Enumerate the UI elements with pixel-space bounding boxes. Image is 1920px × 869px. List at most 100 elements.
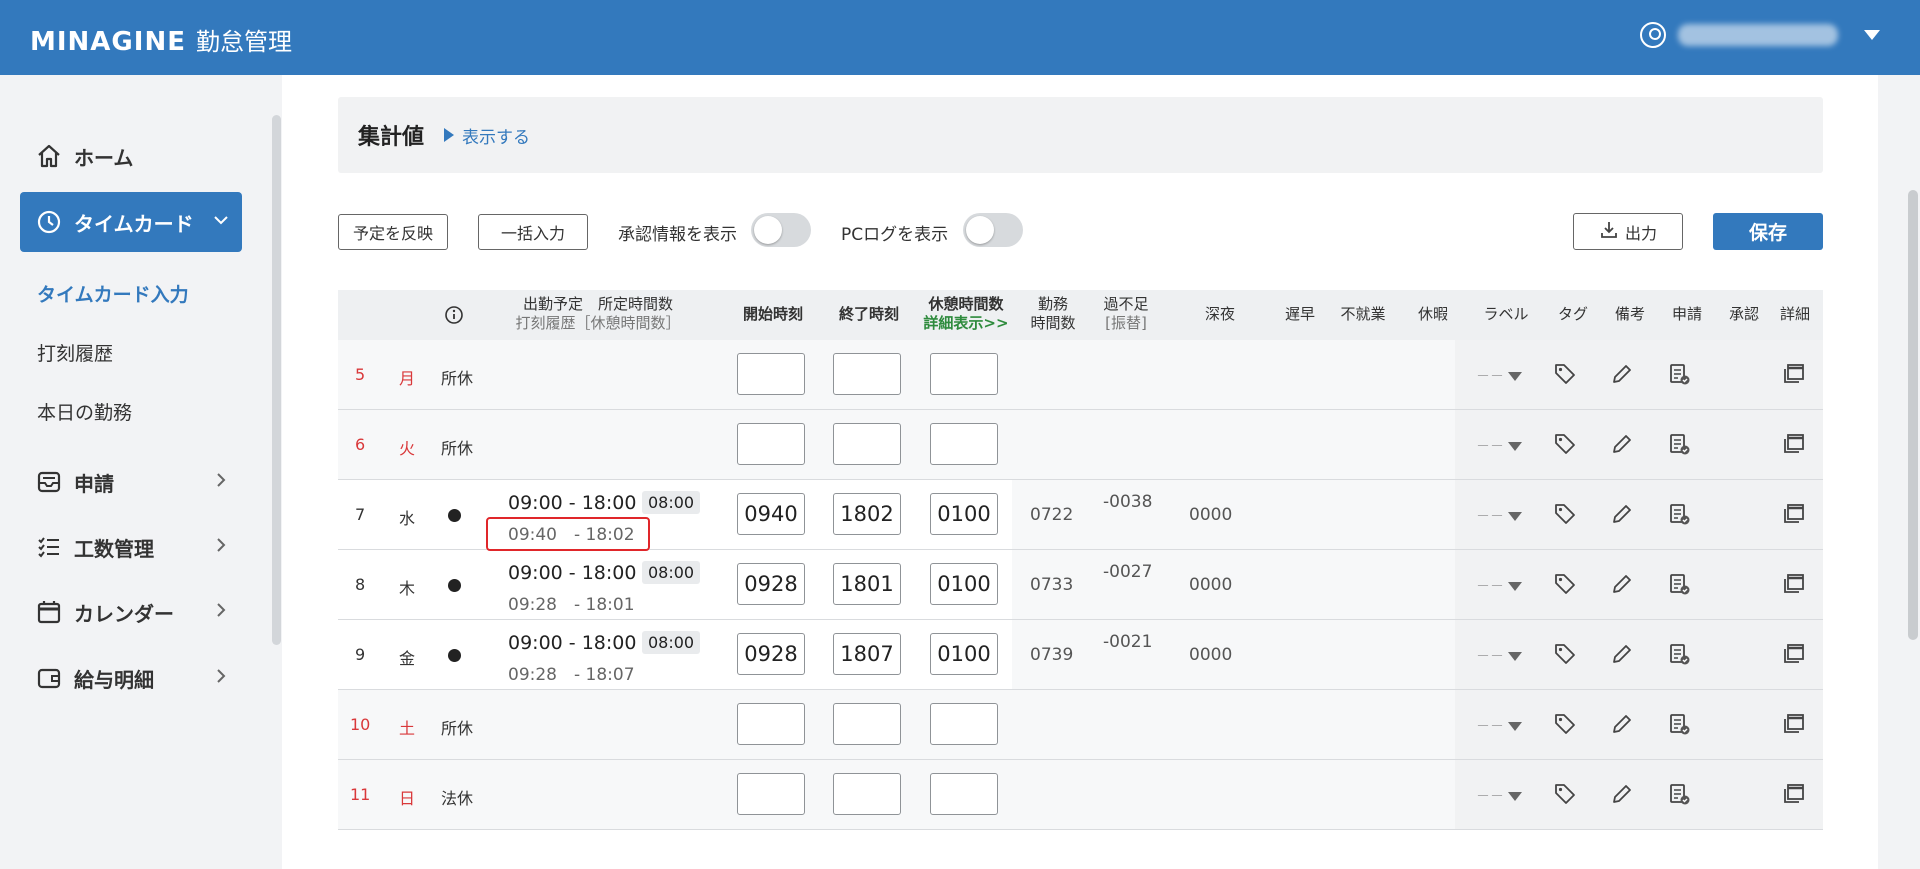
detail-window-icon[interactable]: [1782, 712, 1806, 736]
label-select[interactable]: －－: [1476, 716, 1522, 736]
header-approval: 承認: [1728, 305, 1759, 323]
sidebar-subitem-timecard-input[interactable]: タイムカード入力: [37, 280, 189, 307]
show-pclog-toggle[interactable]: [963, 213, 1023, 247]
detail-window-icon[interactable]: [1782, 362, 1806, 386]
break-time-input[interactable]: 0100: [930, 633, 998, 675]
tag-icon[interactable]: [1553, 712, 1577, 736]
label-select[interactable]: －－: [1476, 576, 1522, 596]
app-logo[interactable]: MINAGINE 勤怠管理: [30, 22, 292, 57]
show-approval-toggle[interactable]: [751, 213, 811, 247]
tag-icon[interactable]: [1553, 362, 1577, 386]
start-time-input[interactable]: [737, 353, 805, 395]
tag-icon[interactable]: [1553, 782, 1577, 806]
end-time-input[interactable]: [833, 353, 901, 395]
request-doc-icon[interactable]: [1667, 572, 1691, 596]
table-header: 出勤予定 所定時間数 打刻履歴［休憩時間数］ 開始時刻 終了時刻 休憩時間数 詳…: [338, 290, 1823, 340]
info-icon[interactable]: [444, 305, 464, 329]
pencil-icon[interactable]: [1610, 432, 1634, 456]
end-time-input[interactable]: 1802: [833, 493, 901, 535]
pencil-icon[interactable]: [1610, 362, 1634, 386]
label-select[interactable]: －－: [1476, 366, 1522, 386]
day-number: 11: [350, 785, 371, 804]
schedule-time: 09:00 - 18:00: [508, 632, 637, 654]
request-doc-icon[interactable]: [1667, 642, 1691, 666]
break-time-input[interactable]: 0100: [930, 563, 998, 605]
break-time-input[interactable]: 0100: [930, 493, 998, 535]
header-end: 終了時刻: [838, 305, 899, 323]
sidebar-item-workload[interactable]: 工数管理: [20, 517, 242, 577]
pencil-icon[interactable]: [1610, 642, 1634, 666]
export-button[interactable]: 出力: [1573, 213, 1683, 250]
pencil-icon[interactable]: [1610, 782, 1634, 806]
apply-schedule-button[interactable]: 予定を反映: [338, 214, 448, 250]
start-time-input[interactable]: 0928: [737, 563, 805, 605]
label-select[interactable]: －－: [1476, 436, 1522, 456]
start-time-input[interactable]: [737, 423, 805, 465]
detail-window-icon[interactable]: [1782, 502, 1806, 526]
end-time-input[interactable]: [833, 773, 901, 815]
break-time-input[interactable]: [930, 423, 998, 465]
work-hours: 0722: [1030, 505, 1074, 525]
label-placeholder: －－: [1476, 719, 1504, 735]
weekday: 日: [399, 789, 416, 808]
weekday: 金: [399, 649, 416, 668]
day-number: 9: [355, 645, 366, 664]
label-select[interactable]: －－: [1476, 646, 1522, 666]
summary-toggle[interactable]: 表示する: [444, 123, 530, 148]
break-time-input[interactable]: [930, 353, 998, 395]
scheduled-hours-badge: 08:00: [642, 631, 701, 654]
chevron-down-icon[interactable]: [1864, 30, 1880, 40]
break-detail-link[interactable]: 詳細表示>>: [916, 314, 1016, 333]
detail-window-icon[interactable]: [1782, 572, 1806, 596]
detail-window-icon[interactable]: [1782, 432, 1806, 456]
request-doc-icon[interactable]: [1667, 782, 1691, 806]
break-time-input[interactable]: [930, 773, 998, 815]
tag-icon[interactable]: [1553, 572, 1577, 596]
break-time-input[interactable]: [930, 703, 998, 745]
table-row: 5 月 所休 －－: [338, 340, 1823, 410]
sidebar-item-timecard[interactable]: タイムカード: [20, 192, 242, 252]
sidebar-item-payslip[interactable]: 給与明細: [20, 648, 242, 708]
start-time-input[interactable]: 0928: [737, 633, 805, 675]
end-time-input[interactable]: 1807: [833, 633, 901, 675]
pencil-icon[interactable]: [1610, 572, 1634, 596]
save-button[interactable]: 保存: [1713, 213, 1823, 250]
start-time-input[interactable]: 0940: [737, 493, 805, 535]
sidebar-item-calendar[interactable]: カレンダー: [20, 582, 242, 642]
sidebar-item-home[interactable]: ホーム: [20, 126, 242, 186]
tag-icon[interactable]: [1553, 642, 1577, 666]
end-time-input[interactable]: [833, 423, 901, 465]
sidebar-scrollbar[interactable]: [272, 115, 281, 645]
pencil-icon[interactable]: [1610, 712, 1634, 736]
tag-icon[interactable]: [1553, 432, 1577, 456]
header-work-bottom: 時間数: [1030, 314, 1076, 332]
pencil-icon[interactable]: [1610, 502, 1634, 526]
app-header: MINAGINE 勤怠管理: [0, 0, 1920, 75]
sidebar-item-label: 申請: [74, 471, 114, 496]
user-menu[interactable]: [1640, 22, 1880, 48]
detail-window-icon[interactable]: [1782, 782, 1806, 806]
request-doc-icon[interactable]: [1667, 502, 1691, 526]
label-select[interactable]: －－: [1476, 506, 1522, 526]
sidebar-item-request[interactable]: 申請: [20, 452, 242, 512]
calc-area: [1012, 480, 1455, 549]
request-doc-icon[interactable]: [1667, 712, 1691, 736]
end-time-input[interactable]: [833, 703, 901, 745]
sidebar-subitem-punch-history[interactable]: 打刻履歴: [37, 339, 113, 366]
download-icon: [1599, 220, 1619, 244]
end-time-input[interactable]: 1801: [833, 563, 901, 605]
request-doc-icon[interactable]: [1667, 432, 1691, 456]
chevron-down-icon: [1508, 511, 1522, 521]
request-doc-icon[interactable]: [1667, 362, 1691, 386]
attendance-dot: [448, 649, 461, 662]
tag-icon[interactable]: [1553, 502, 1577, 526]
label-select[interactable]: －－: [1476, 786, 1522, 806]
detail-window-icon[interactable]: [1782, 642, 1806, 666]
chevron-right-icon: [212, 600, 230, 625]
sidebar-subitem-today-work[interactable]: 本日の勤務: [37, 398, 132, 425]
inbox-icon: [36, 469, 62, 495]
page-scrollbar[interactable]: [1908, 190, 1918, 640]
bulk-input-button[interactable]: 一括入力: [478, 214, 588, 250]
start-time-input[interactable]: [737, 703, 805, 745]
start-time-input[interactable]: [737, 773, 805, 815]
